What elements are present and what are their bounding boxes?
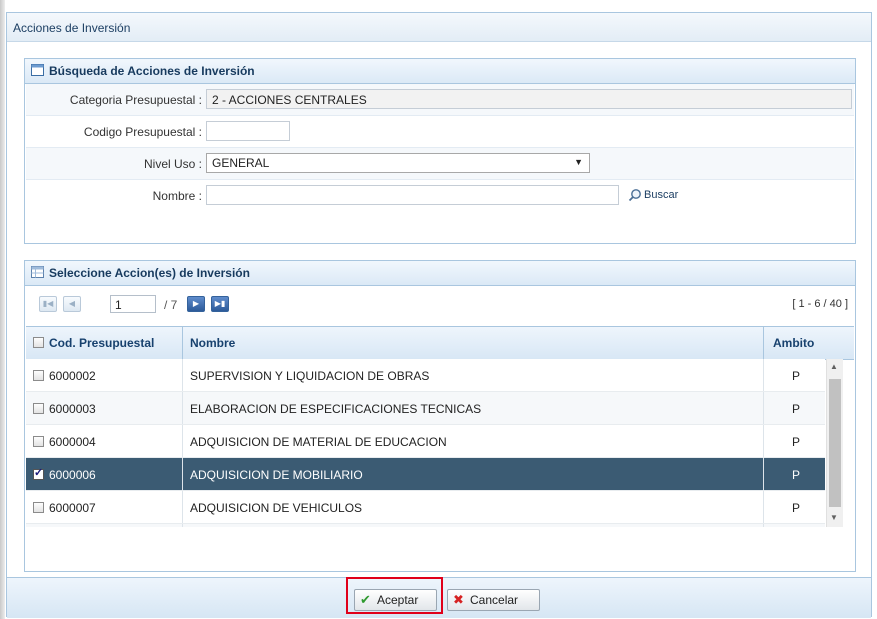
cell-ambito: P (792, 435, 801, 449)
column-divider (763, 359, 764, 391)
search-panel-title: Búsqueda de Acciones de Inversión (49, 64, 255, 78)
cell-nombre: ADQUISICION DE VEHICULOS (190, 501, 363, 515)
results-panel: Seleccione Accion(es) de Inversión ▮◀ ◀ … (24, 260, 856, 572)
next-page-button[interactable]: ▶ (187, 296, 205, 312)
col-header-codigo[interactable]: Cod. Presupuestal (49, 336, 154, 350)
buscar-label: Buscar (644, 189, 679, 201)
column-divider (182, 524, 183, 527)
table-row[interactable]: 6000008FORTALECIMIENTO DE CAPACIDADESP (26, 524, 825, 527)
first-page-button[interactable]: ▮◀ (39, 296, 57, 312)
table-row[interactable]: 6000002 SUPERVISION Y LIQUIDACION DE OBRA… (26, 359, 825, 392)
cell-ambito: P (792, 501, 801, 515)
categoria-label: Categoria Presupuestal : (69, 93, 202, 107)
nivel-label: Nivel Uso : (143, 157, 202, 171)
table-row[interactable]: 6000003 ELABORACION DE ESPECIFICACIONES T… (26, 392, 825, 425)
column-divider (763, 327, 764, 359)
page-total: / 7 (164, 298, 178, 312)
screen: Acciones de Inversión Búsqueda de Accion… (0, 0, 877, 619)
dropdown-arrow-icon: ▼ (574, 157, 583, 167)
aceptar-highlight-box (346, 577, 443, 614)
results-panel-title: Seleccione Accion(es) de Inversión (49, 266, 250, 280)
cell-codigo: 6000007 (49, 501, 96, 515)
column-divider (763, 491, 764, 523)
row-checkbox[interactable] (33, 370, 44, 381)
results-panel-header: Seleccione Accion(es) de Inversión (25, 261, 855, 286)
cell-ambito: P (792, 468, 801, 482)
col-header-nombre[interactable]: Nombre (190, 336, 235, 350)
cell-nombre: ELABORACION DE ESPECIFICACIONES TECNICAS (190, 402, 482, 416)
nivel-uso-select[interactable]: GENERAL ▼ (206, 153, 590, 173)
cell-nombre: SUPERVISION Y LIQUIDACION DE OBRAS (190, 369, 430, 383)
magnifier-icon (628, 189, 641, 202)
prev-page-button[interactable]: ◀ (63, 296, 81, 312)
nombre-label: Nombre : (152, 189, 202, 203)
cell-ambito: P (792, 369, 801, 383)
codigo-input[interactable] (206, 121, 290, 141)
col-header-ambito[interactable]: Ambito (773, 336, 814, 350)
table-body: 6000002 SUPERVISION Y LIQUIDACION DE OBRA… (26, 359, 825, 527)
table-header: Cod. Presupuestal Nombre Ambito (26, 326, 854, 360)
cell-codigo: 6000006 (49, 468, 96, 482)
table-row[interactable]: 6000006 ADQUISICION DE MOBILIARIO P (26, 458, 825, 491)
nivel-row: Nivel Uso : GENERAL ▼ (26, 148, 854, 180)
search-panel: Búsqueda de Acciones de Inversión Catego… (24, 58, 856, 244)
row-checkbox[interactable] (33, 502, 44, 513)
column-divider (182, 491, 183, 523)
cell-nombre: ADQUISICION DE MATERIAL DE EDUCACION (190, 435, 447, 449)
cell-nombre: ADQUISICION DE MOBILIARIO (190, 468, 363, 482)
cancelar-label: Cancelar (470, 593, 519, 607)
column-divider (763, 392, 764, 424)
record-range: [ 1 - 6 / 40 ] (792, 298, 848, 310)
search-panel-header: Búsqueda de Acciones de Inversión (25, 59, 855, 84)
scrollbar-thumb[interactable] (829, 379, 841, 507)
background-window-edge (0, 0, 5, 619)
cell-codigo: 6000002 (49, 369, 96, 383)
categoria-field: 2 - ACCIONES CENTRALES (206, 89, 852, 109)
column-divider (182, 458, 183, 490)
column-divider (182, 392, 183, 424)
column-divider (763, 524, 764, 527)
select-all-checkbox[interactable] (33, 337, 44, 348)
x-icon: ✖ (453, 592, 464, 607)
pagination-bar: ▮◀ ◀ 1 / 7 ▶ ▶▮ [ 1 - 6 / 40 ] (26, 286, 854, 322)
acciones-inversion-dialog: Acciones de Inversión Búsqueda de Accion… (6, 12, 872, 618)
nivel-uso-value: GENERAL (212, 156, 270, 170)
column-divider (182, 425, 183, 457)
scroll-down-icon[interactable]: ▼ (830, 513, 838, 522)
scroll-up-icon[interactable]: ▲ (830, 362, 838, 371)
window-icon (31, 64, 44, 76)
column-divider (182, 327, 183, 359)
table-row[interactable]: 6000004 ADQUISICION DE MATERIAL DE EDUCAC… (26, 425, 825, 458)
nombre-input[interactable] (206, 185, 619, 205)
cancelar-button[interactable]: ✖ Cancelar (447, 589, 540, 611)
table-row[interactable]: 6000007 ADQUISICION DE VEHICULOS P (26, 491, 825, 524)
nombre-row: Nombre : Buscar (26, 180, 854, 211)
codigo-row: Codigo Presupuestal : (26, 116, 854, 148)
dialog-title-bar: Acciones de Inversión (7, 13, 871, 42)
page-number-input[interactable]: 1 (110, 295, 156, 313)
grid-icon (31, 266, 44, 278)
categoria-row: Categoria Presupuestal : 2 - ACCIONES CE… (26, 84, 854, 116)
row-checkbox[interactable] (33, 466, 44, 480)
codigo-label: Codigo Presupuestal : (83, 125, 202, 139)
cell-codigo: 6000003 (49, 402, 96, 416)
column-divider (182, 359, 183, 391)
cell-codigo: 6000004 (49, 435, 96, 449)
column-divider (763, 425, 764, 457)
dialog-title: Acciones de Inversión (13, 21, 131, 35)
row-checkbox[interactable] (33, 436, 44, 447)
cell-ambito: P (792, 402, 801, 416)
table-scrollbar[interactable]: ▲ ▼ (826, 359, 843, 527)
row-checkbox[interactable] (33, 403, 44, 414)
column-divider (763, 458, 764, 490)
last-page-button[interactable]: ▶▮ (211, 296, 229, 312)
